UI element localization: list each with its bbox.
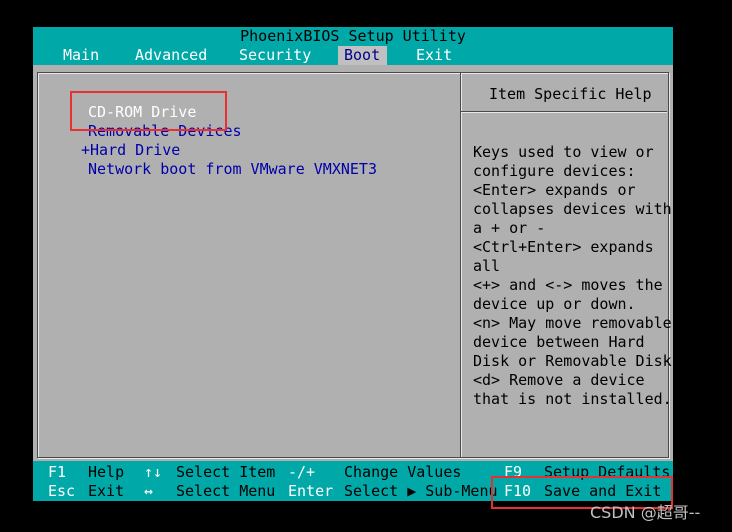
footer-key-plusminus[interactable]: -/+ (288, 463, 315, 482)
menu-tab-exit[interactable]: Exit (410, 46, 458, 65)
help-text: Keys used to view or configure devices: … (473, 143, 672, 409)
panel-divider-highlight (461, 73, 462, 457)
footer-label-change-values: Change Values (344, 463, 462, 481)
help-line: collapses devices with (473, 200, 672, 218)
footer-key-updown[interactable]: ↑↓ (144, 463, 162, 482)
footer-key-leftright[interactable]: ↔ (144, 482, 153, 501)
help-line: device up or down. (473, 295, 636, 313)
annotation-box-cdrom (70, 91, 227, 131)
footer-label-exit: Exit (88, 482, 125, 500)
bios-title: PhoenixBIOS Setup Utility (33, 27, 673, 46)
menu-tab-security[interactable]: Security (233, 46, 317, 65)
help-line: <Ctrl+Enter> expands (473, 238, 654, 256)
menu-tab-advanced[interactable]: Advanced (129, 46, 213, 65)
help-line: <+> and <-> moves the (473, 276, 663, 294)
help-line: that is not installed. (473, 390, 672, 408)
watermark-text: CSDN @超哥-- (590, 503, 701, 522)
menu-tab-main[interactable]: Main (57, 46, 105, 65)
help-line: <n> May move removable (473, 314, 672, 332)
help-line: a + or - (473, 219, 546, 237)
footer-key-esc[interactable]: Esc (48, 482, 75, 501)
help-line: device between Hard (473, 333, 645, 351)
help-title-divider-highlight (461, 112, 667, 113)
menu-bar: Main Advanced Security Boot Exit (33, 46, 673, 65)
help-line: all (473, 257, 501, 275)
footer-key-f1[interactable]: F1 (48, 463, 66, 482)
help-line: <d> Remove a device (473, 371, 645, 389)
help-line: configure devices: (473, 162, 636, 180)
help-line: <Enter> expands or (473, 181, 636, 199)
help-line: Keys used to view or (473, 143, 654, 161)
boot-item-network[interactable]: Network boot from VMware VMXNET3 (88, 160, 377, 179)
menu-tab-boot[interactable]: Boot (338, 46, 387, 65)
help-title: Item Specific Help (489, 85, 652, 103)
footer-key-enter[interactable]: Enter (288, 482, 333, 501)
footer-label-select-menu: Select Menu (176, 482, 276, 500)
boot-item-hard-drive[interactable]: +Hard Drive (81, 141, 180, 160)
footer-label-help: Help (88, 463, 125, 481)
footer-label-select-item: Select Item (176, 463, 276, 481)
footer-label-select-submenu: Select ▶ Sub-Menu (344, 482, 498, 500)
help-line: Disk or Removable Disk (473, 352, 672, 370)
